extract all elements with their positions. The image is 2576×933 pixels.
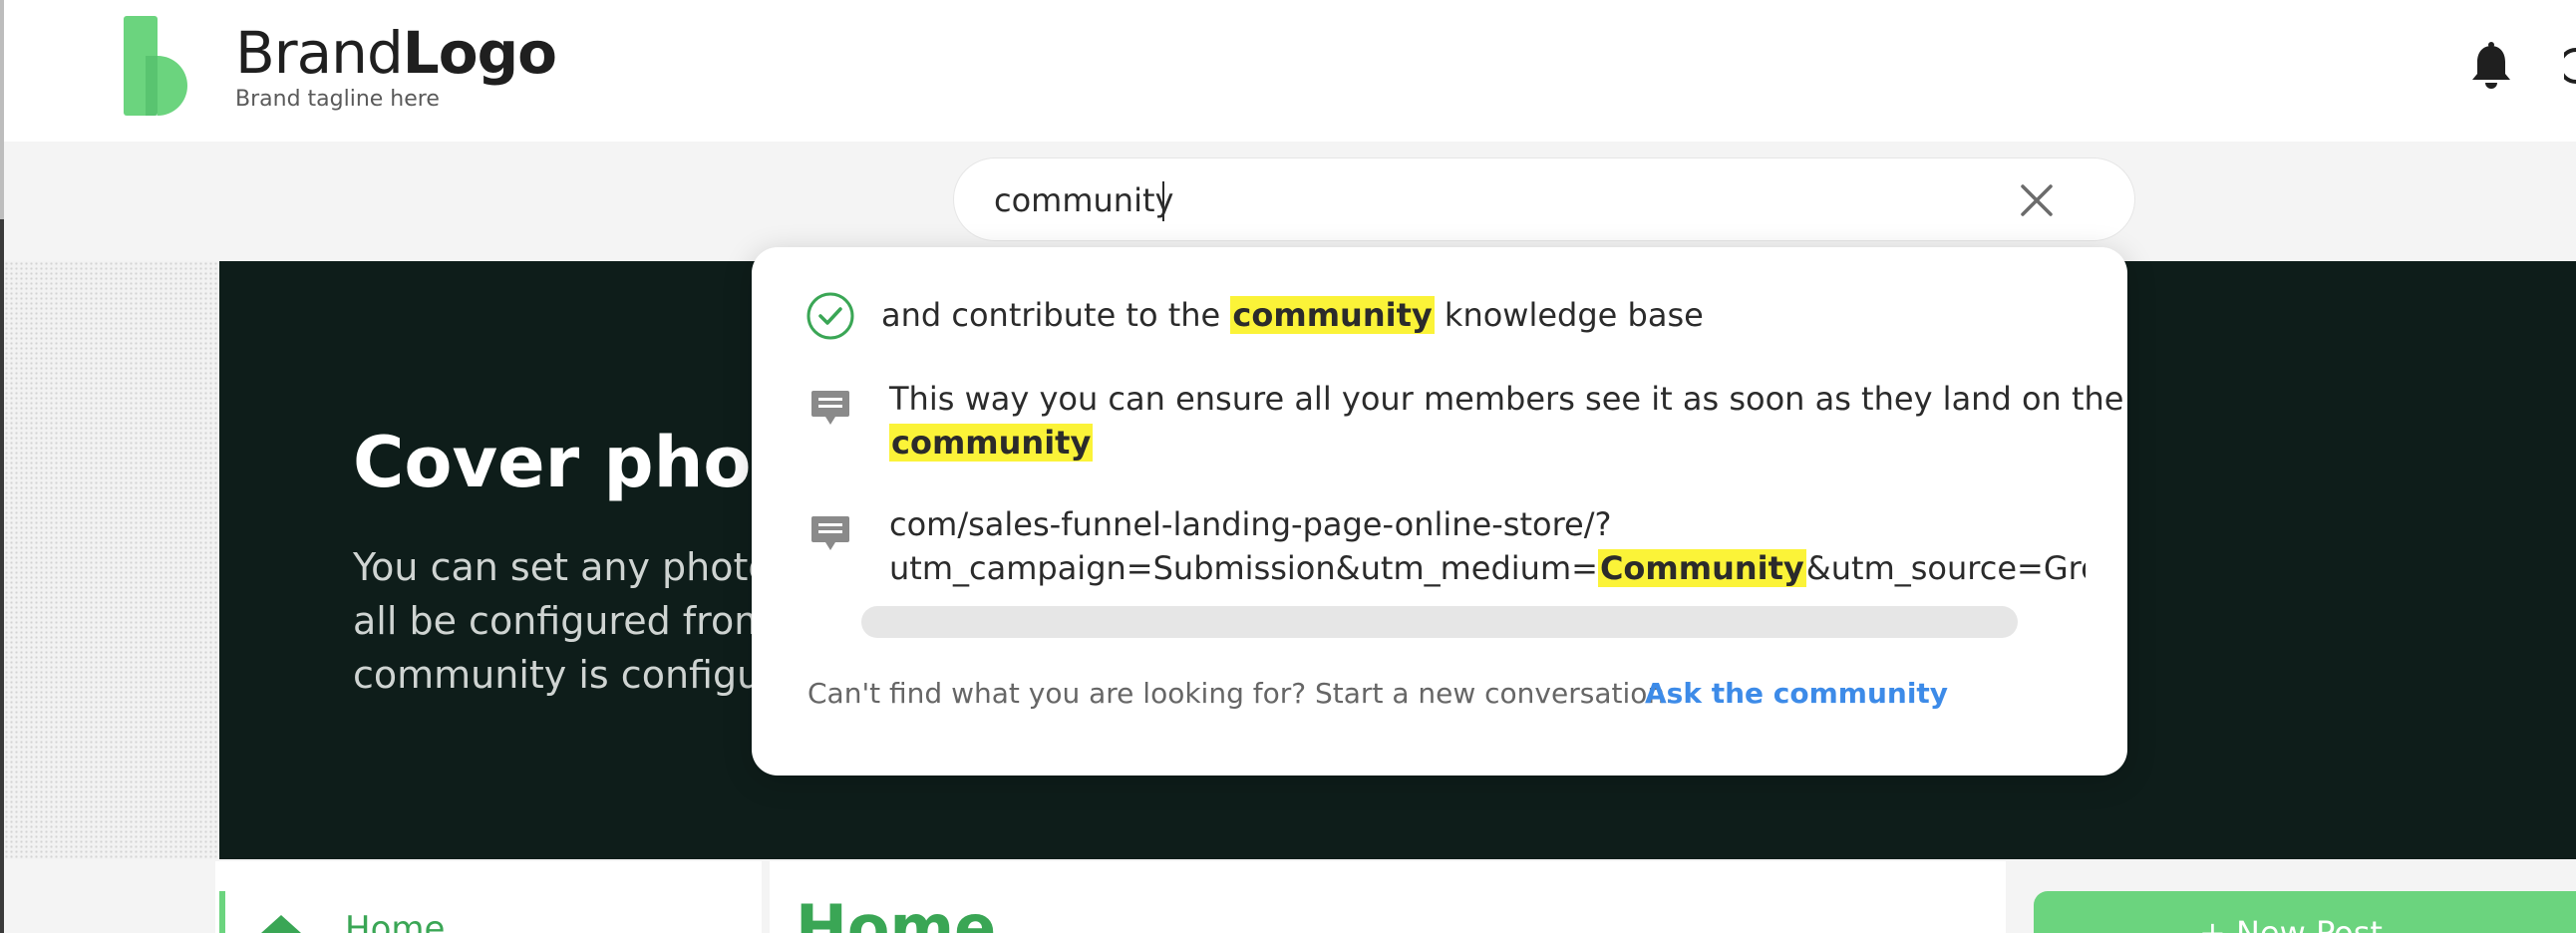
clear-search-icon[interactable] xyxy=(2015,178,2059,222)
brand-tagline: Brand tagline here xyxy=(235,87,440,112)
brand-logo-icon[interactable] xyxy=(124,16,199,116)
result-text-before: and contribute to the xyxy=(881,296,1231,334)
brand-name[interactable]: BrandLogo xyxy=(235,18,557,88)
comment-icon xyxy=(811,516,849,550)
search-result-text-line2: utm_campaign=Submission&utm_medium=Commu… xyxy=(889,546,2086,590)
search-box[interactable] xyxy=(953,157,2135,241)
comment-icon xyxy=(811,391,849,425)
check-circle-icon xyxy=(806,292,854,340)
result-text-after: &utm_source=GrowthHa xyxy=(1805,549,2086,587)
hero-pattern xyxy=(4,261,219,859)
result-highlight: community xyxy=(889,424,1094,462)
brand-name-light: Brand xyxy=(235,19,404,87)
text-caret xyxy=(1162,181,1164,221)
search-result-text: This way you can ensure all your members… xyxy=(889,380,2124,418)
sidebar-active-indicator xyxy=(219,891,225,933)
result-text-before: utm_campaign=Submission&utm_medium= xyxy=(889,549,1598,587)
sidebar-item-home[interactable]: Home xyxy=(345,909,445,933)
search-input[interactable] xyxy=(994,172,1991,228)
home-icon xyxy=(261,915,301,933)
search-result-item[interactable]: This way you can ensure all your members… xyxy=(805,377,2123,466)
search-result-text: and contribute to the community knowledg… xyxy=(881,293,1704,337)
page-title: Home xyxy=(796,891,997,933)
profile-menu-icon[interactable] xyxy=(2564,46,2576,86)
result-highlight: Community xyxy=(1597,549,1806,587)
search-result-text: com/sales-funnel-landing-page-online-sto… xyxy=(889,505,1612,543)
dropdown-footer-text: Can't find what you are looking for? Sta… xyxy=(807,677,1675,710)
search-result-text-line2: community xyxy=(889,421,1094,465)
ask-community-link[interactable]: Ask the community xyxy=(1645,674,1948,714)
brand-name-bold: Logo xyxy=(402,19,557,87)
new-post-label: + New Post xyxy=(2199,914,2383,933)
notification-bell-icon[interactable] xyxy=(2468,42,2514,92)
result-highlight: community xyxy=(1230,296,1435,334)
search-result-item[interactable]: and contribute to the community knowledg… xyxy=(805,291,2101,341)
search-results-dropdown: and contribute to the community knowledg… xyxy=(752,247,2127,776)
horizontal-scrollbar[interactable] xyxy=(861,606,2018,638)
result-text-after: knowledge base xyxy=(1434,296,1704,334)
search-result-item[interactable]: com/sales-funnel-landing-page-online-sto… xyxy=(805,502,2101,592)
